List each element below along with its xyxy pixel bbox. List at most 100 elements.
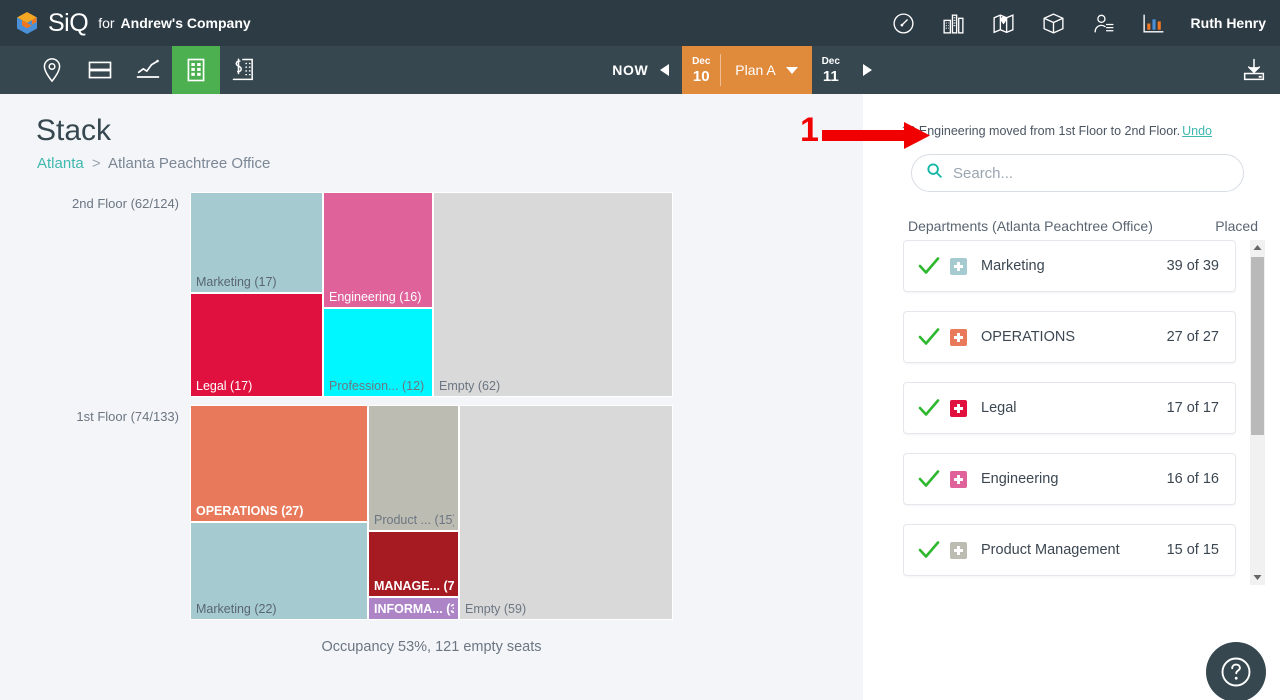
- search-input[interactable]: [953, 164, 1229, 182]
- treemap-block-label: Engineering (16): [329, 290, 422, 304]
- stack-treemap: 2nd Floor (62/124) Marketing (17) Legal …: [0, 192, 863, 628]
- treemap-block[interactable]: MANAGE... (7): [368, 531, 459, 597]
- treemap-block[interactable]: Profession... (12): [323, 308, 433, 397]
- department-color-swatch[interactable]: [950, 470, 967, 488]
- treemap-block[interactable]: OPERATIONS (27): [190, 405, 368, 522]
- prev-date-arrow[interactable]: [648, 46, 682, 94]
- treemap-block[interactable]: Engineering (16): [323, 192, 433, 308]
- map-icon[interactable]: [979, 0, 1029, 46]
- floor-blocks-2nd: Marketing (17) Legal (17) Engineering (1…: [190, 192, 673, 397]
- treemap-block[interactable]: Empty (62): [433, 192, 673, 397]
- list-item[interactable]: Legal 17 of 17: [903, 382, 1236, 434]
- scrollbar-thumb[interactable]: [1251, 257, 1264, 435]
- brand-logo[interactable]: SiQ for Andrew's Company: [0, 10, 251, 36]
- treemap-block[interactable]: Product ... (15): [368, 405, 459, 531]
- plan-end-day: 11: [822, 67, 839, 85]
- gauge-icon[interactable]: [879, 0, 929, 46]
- treemap-block-label: Marketing (17): [196, 275, 277, 289]
- checkmark-icon: [916, 537, 942, 563]
- move-notice-text: 16 Engineering moved from 1st Floor to 2…: [901, 124, 1181, 138]
- occupancy-summary: Occupancy 53%, 121 empty seats: [321, 639, 542, 655]
- department-color-swatch[interactable]: [950, 257, 967, 275]
- now-label[interactable]: NOW: [612, 62, 648, 78]
- treemap-block[interactable]: INFORMA... (3): [368, 597, 459, 620]
- floor-blocks-1st: OPERATIONS (27) Marketing (22) Product .…: [190, 405, 673, 620]
- page-title: Stack: [36, 114, 112, 147]
- stack-main-area: Stack Atlanta > Atlanta Peachtree Office…: [0, 94, 863, 700]
- tool-building-stack[interactable]: [172, 46, 220, 94]
- treemap-block-label: Profession... (12): [329, 379, 425, 393]
- annotation-step-number: 1: [800, 111, 819, 149]
- bar-chart-icon[interactable]: [1129, 0, 1179, 46]
- tool-cost-building[interactable]: [220, 46, 268, 94]
- department-name: OPERATIONS: [981, 329, 1075, 345]
- treemap-block[interactable]: Marketing (22): [190, 522, 368, 620]
- buildings-icon[interactable]: [929, 0, 979, 46]
- breadcrumb-root-link[interactable]: Atlanta: [37, 155, 84, 172]
- top-header-bar: SiQ for Andrew's Company Ruth Henry: [0, 0, 1280, 46]
- department-placed-count: 15 of 15: [1166, 542, 1219, 558]
- departments-header-label: Departments (Atlanta Peachtree Office): [908, 218, 1153, 234]
- department-placed-count: 39 of 39: [1166, 258, 1219, 274]
- breadcrumb-current: Atlanta Peachtree Office: [107, 155, 271, 172]
- scroll-up-arrow[interactable]: [1250, 240, 1265, 255]
- list-item[interactable]: OPERATIONS 27 of 27: [903, 311, 1236, 363]
- treemap-block[interactable]: Marketing (17): [190, 192, 323, 293]
- departments-list[interactable]: Marketing 39 of 39 OPERATIONS 27 of 27 L…: [903, 240, 1236, 580]
- company-name: Andrew's Company: [120, 15, 251, 31]
- tool-stack-layers[interactable]: [76, 46, 124, 94]
- placed-header-label: Placed: [1215, 218, 1258, 234]
- search-icon: [926, 162, 943, 184]
- plan-end-date[interactable]: Dec 11: [812, 46, 850, 94]
- treemap-block[interactable]: Legal (17): [190, 293, 323, 397]
- treemap-block-label: Empty (62): [439, 379, 501, 393]
- checkmark-icon: [916, 324, 942, 350]
- floor-label-1st: 1st Floor (74/133): [76, 409, 179, 424]
- brand-name: SiQ: [48, 9, 89, 37]
- treemap-block-label: Empty (59): [465, 602, 527, 616]
- treemap-block-label: Marketing (22): [196, 602, 277, 616]
- department-placed-count: 16 of 16: [1166, 471, 1219, 487]
- department-color-swatch[interactable]: [950, 541, 967, 559]
- department-name: Legal: [981, 400, 1017, 416]
- box-icon[interactable]: [1029, 0, 1079, 46]
- department-color-swatch[interactable]: [950, 399, 967, 417]
- treemap-block-label: INFORMA... (3): [374, 602, 454, 616]
- department-placed-count: 27 of 27: [1166, 329, 1219, 345]
- plan-start-month: Dec: [692, 55, 711, 67]
- tool-location-pin[interactable]: [28, 46, 76, 94]
- list-item[interactable]: Product Management 15 of 15: [903, 524, 1236, 576]
- checkmark-icon: [916, 253, 942, 279]
- treemap-block-label: MANAGE... (7): [374, 579, 454, 593]
- department-name: Marketing: [981, 258, 1045, 274]
- department-name: Engineering: [981, 471, 1059, 487]
- list-item[interactable]: Engineering 16 of 16: [903, 453, 1236, 505]
- brand-for-label: for: [98, 15, 115, 31]
- chevron-down-icon[interactable]: [785, 66, 798, 74]
- search-box[interactable]: [911, 154, 1244, 192]
- person-list-icon[interactable]: [1079, 0, 1129, 46]
- department-name: Product Management: [981, 542, 1120, 558]
- treemap-block-label: Legal (17): [196, 379, 253, 393]
- departments-list-header: Departments (Atlanta Peachtree Office) P…: [908, 218, 1258, 234]
- list-item[interactable]: Marketing 39 of 39: [903, 240, 1236, 292]
- tool-trend-chart[interactable]: [124, 46, 172, 94]
- user-name-label[interactable]: Ruth Henry: [1191, 15, 1266, 31]
- scroll-down-arrow[interactable]: [1250, 570, 1265, 585]
- header-icon-group: Ruth Henry: [879, 0, 1280, 46]
- undo-link[interactable]: Undo: [1182, 124, 1212, 138]
- download-icon[interactable]: [1228, 46, 1280, 94]
- department-color-swatch[interactable]: [950, 328, 967, 346]
- plan-name-label: Plan A: [735, 62, 776, 78]
- treemap-block-label: Product ... (15): [374, 513, 454, 527]
- department-placed-count: 17 of 17: [1166, 400, 1219, 416]
- checkmark-icon: [916, 395, 942, 421]
- next-date-arrow[interactable]: [850, 46, 884, 94]
- plan-selector[interactable]: Dec 10 Plan A: [682, 46, 812, 94]
- floor-row-2nd: 2nd Floor (62/124) Marketing (17) Legal …: [0, 192, 863, 397]
- departments-scrollbar[interactable]: [1250, 240, 1265, 585]
- treemap-block[interactable]: Empty (59): [459, 405, 673, 620]
- help-button[interactable]: [1206, 642, 1266, 700]
- annotation-arrow-icon: [822, 118, 932, 157]
- plan-start-date[interactable]: Dec 10: [682, 46, 720, 94]
